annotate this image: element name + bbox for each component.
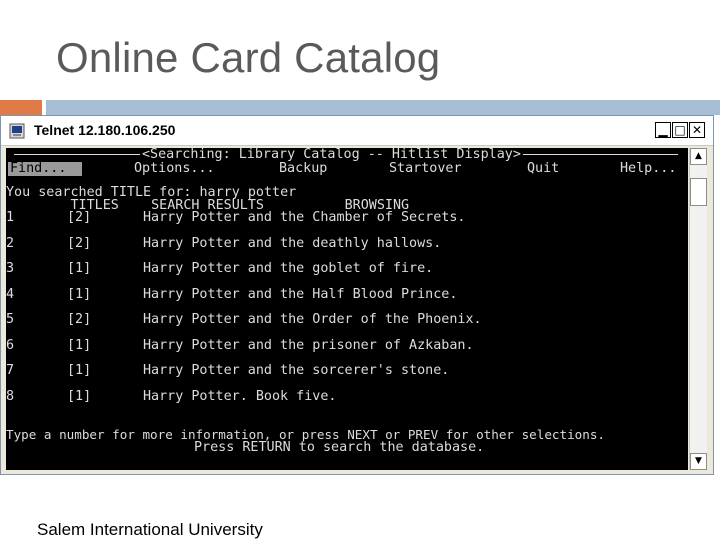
menu-find[interactable]: Find...	[8, 162, 82, 176]
result-row[interactable]: 5 [2] Harry Potter and the Order of the Ph…	[6, 312, 482, 327]
prompt-line-2: Press RETURN to search the database.	[194, 440, 485, 455]
accent-bar-blue	[46, 100, 720, 115]
result-number: 3	[6, 261, 15, 276]
result-count: [2]	[67, 210, 92, 225]
menu-options[interactable]: Options...	[134, 162, 215, 176]
maximize-icon[interactable]: □	[672, 122, 688, 138]
scroll-up-icon[interactable]: ▲	[690, 148, 707, 165]
result-number: 1	[6, 210, 15, 225]
result-number: 6	[6, 338, 15, 353]
result-count: [1]	[67, 389, 92, 404]
result-title: Harry Potter and the Chamber of Secrets.	[143, 210, 466, 225]
result-number: 7	[6, 363, 15, 378]
result-number: 8	[6, 389, 15, 404]
result-row[interactable]: 1 [2] Harry Potter and the Chamber of Secr…	[6, 210, 465, 225]
window-title: Telnet 12.180.106.250	[34, 122, 176, 138]
accent-bar-orange	[0, 100, 42, 115]
result-row[interactable]: 8 [1] Harry Potter. Book five.	[6, 389, 336, 404]
close-icon[interactable]: ✕	[689, 122, 705, 138]
result-number: 4	[6, 287, 15, 302]
vertical-scrollbar[interactable]: ▲ ▼	[689, 148, 707, 470]
result-title: Harry Potter and the Order of the Phoeni…	[143, 312, 482, 327]
result-title: Harry Potter and the goblet of fire.	[143, 261, 434, 276]
result-count: [1]	[67, 261, 92, 276]
menu-help[interactable]: Help...	[620, 162, 676, 176]
result-title: Harry Potter and the sorcerer's stone.	[143, 363, 450, 378]
result-row[interactable]: 3 [1] Harry Potter and the goblet of fire.	[6, 261, 433, 276]
menu-backup[interactable]: Backup	[279, 162, 327, 176]
result-row[interactable]: 2 [2] Harry Potter and the deathly hallows…	[6, 236, 441, 251]
result-row[interactable]: 4 [1] Harry Potter and the Half Blood Prin…	[6, 287, 457, 302]
menu-startover[interactable]: Startover	[389, 162, 462, 176]
result-title: Harry Potter. Book five.	[143, 389, 337, 404]
result-number: 5	[6, 312, 15, 327]
slide-title: Online Card Catalog	[56, 34, 441, 81]
result-row[interactable]: 6 [1] Harry Potter and the prisoner of Azk…	[6, 338, 474, 353]
telnet-app-icon	[9, 123, 25, 139]
scroll-down-icon[interactable]: ▼	[690, 453, 707, 470]
minimize-icon[interactable]: ▁	[655, 122, 671, 138]
result-row[interactable]: 7 [1] Harry Potter and the sorcerer's ston…	[6, 363, 449, 378]
slide-footer: Salem International University	[37, 520, 263, 539]
scrollbar-thumb[interactable]	[690, 178, 707, 206]
menu-quit[interactable]: Quit	[527, 162, 559, 176]
terminal-console[interactable]: <Searching: Library Catalog -- Hitlist D…	[6, 148, 688, 470]
result-count: [2]	[67, 236, 92, 251]
header-line: <Searching: Library Catalog -- Hitlist D…	[140, 148, 523, 162]
result-count: [1]	[67, 338, 92, 353]
result-title: Harry Potter and the prisoner of Azkaban…	[143, 338, 474, 353]
result-title: Harry Potter and the deathly hallows.	[143, 236, 442, 251]
result-count: [2]	[67, 312, 92, 327]
telnet-window: Telnet 12.180.106.250 ▁ □ ✕ <Searching: …	[0, 115, 714, 475]
result-count: [1]	[67, 363, 92, 378]
result-title: Harry Potter and the Half Blood Prince.	[143, 287, 458, 302]
result-count: [1]	[67, 287, 92, 302]
window-titlebar[interactable]: Telnet 12.180.106.250 ▁ □ ✕	[1, 116, 713, 146]
result-number: 2	[6, 236, 15, 251]
